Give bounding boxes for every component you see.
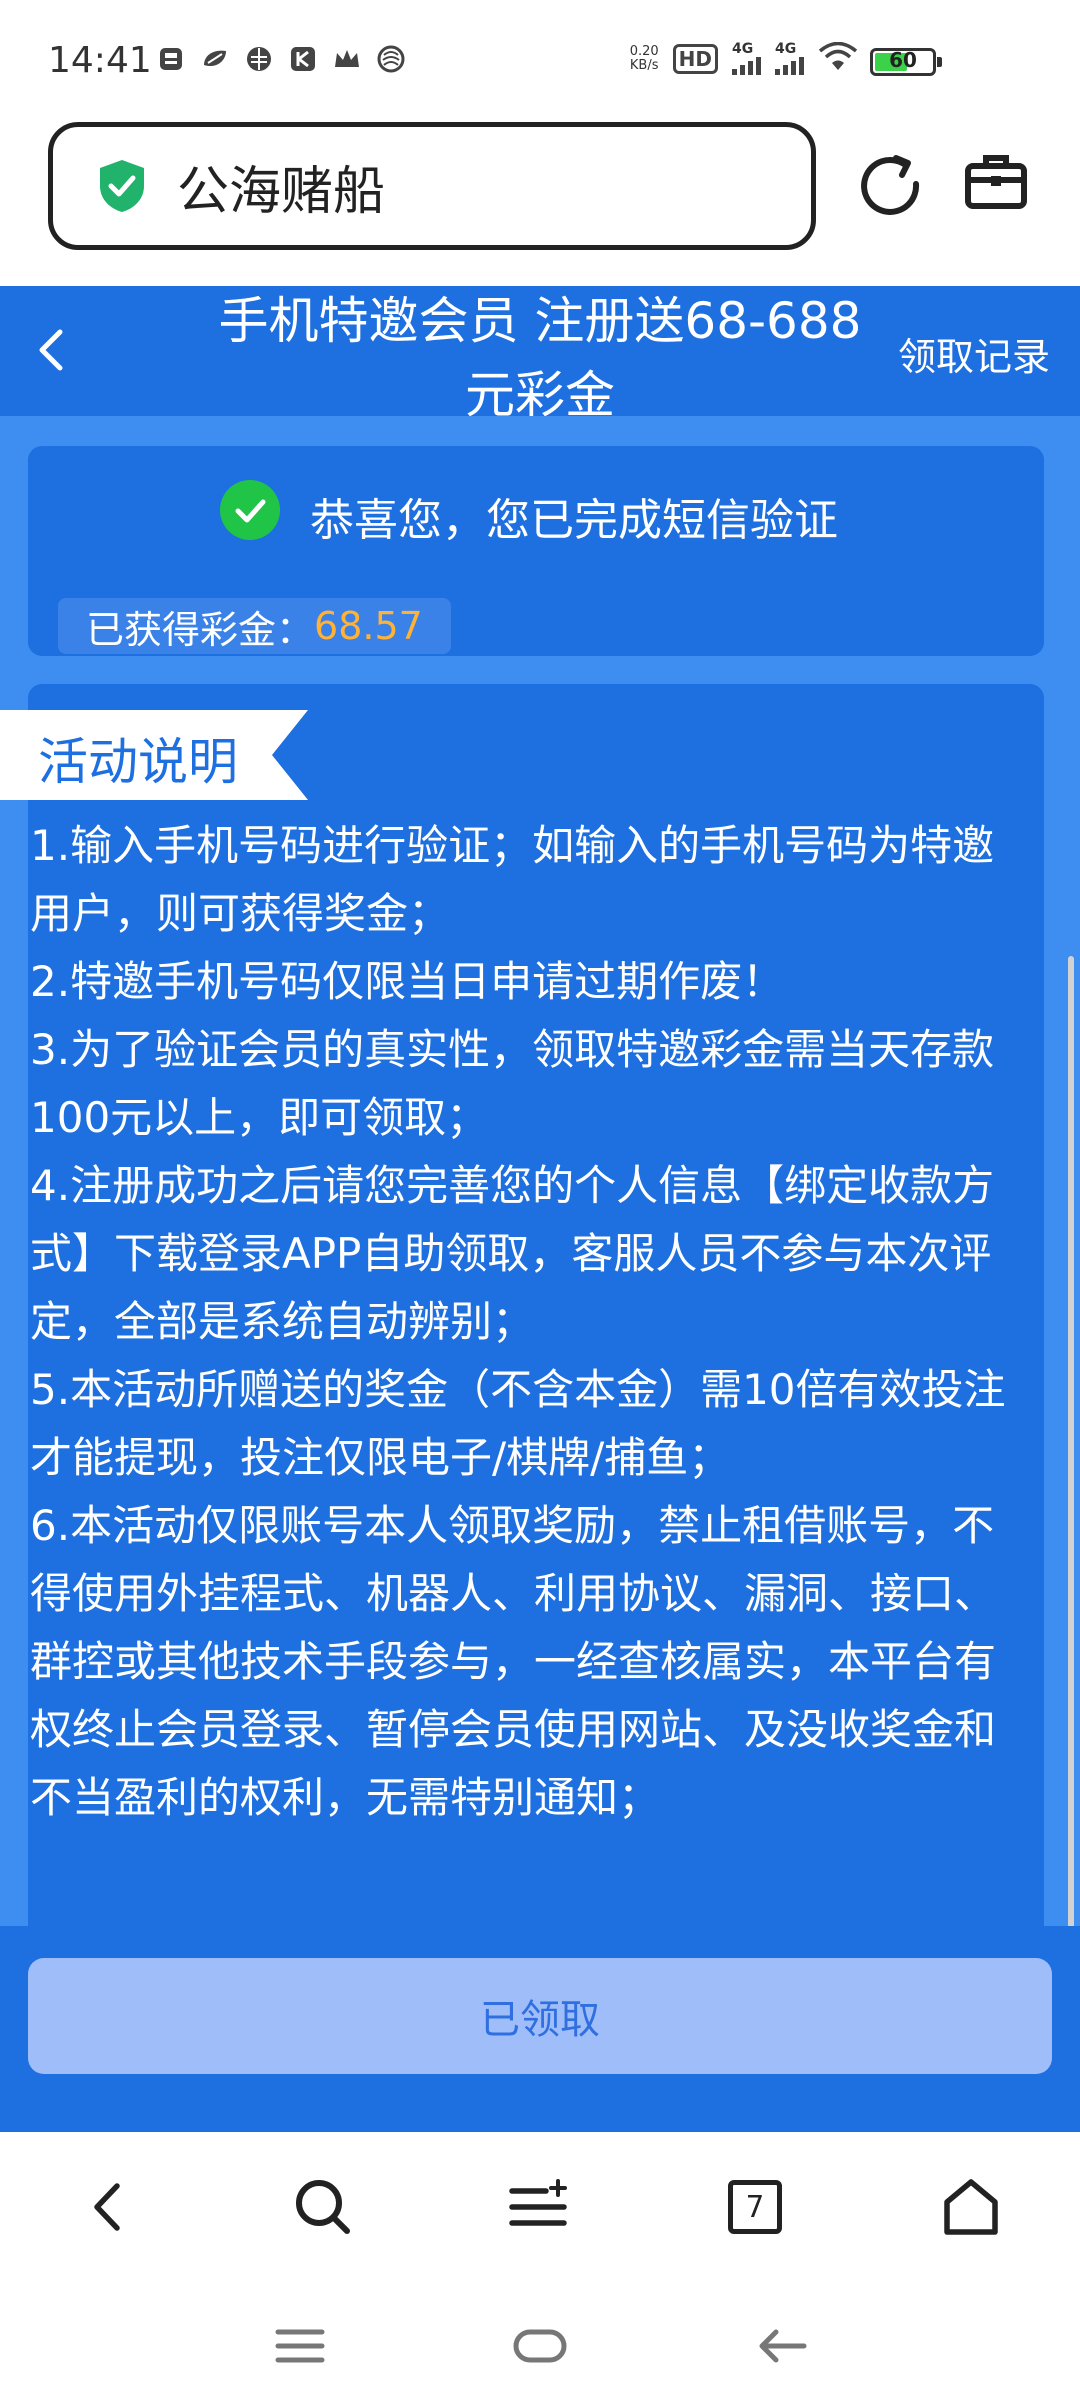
hd-voice-badge: HD [672,44,718,74]
k-app-icon [288,44,318,74]
rule-item: 2.特邀手机号码仅限当日申请过期作废！ [30,957,785,1006]
toolbox-icon [965,155,1027,209]
bonus-amount-badge: 已获得彩金： 68.57 [58,598,451,654]
recents-icon [275,2329,325,2363]
header-back-button[interactable] [30,324,70,376]
claim-records-link[interactable]: 领取记录 [898,326,1050,381]
nav-menu-button[interactable] [504,2172,574,2242]
net-speed-unit: KB/s [629,58,659,73]
battery-level: 60 [889,48,917,72]
battery-icon: 60 [870,48,942,76]
rule-item: 1.输入手机号码进行验证；如输入的手机号码为特邀用户，则可获得奖金； [30,821,995,938]
system-back-button[interactable] [752,2316,812,2376]
wifi-icon [818,41,858,76]
carrier-logo-icon [376,44,406,74]
rule-item: 6.本活动仅限账号本人领取奖励，禁止租借账号，不得使用外挂程式、机器人、利用协议… [30,1501,997,1822]
page-content: 恭喜您，您已完成短信验证 已获得彩金： 68.57 活动说明 1.输入手机号码进… [0,416,1080,2132]
bonus-value: 68.57 [314,604,423,648]
signal-icon: 4G [775,41,804,75]
toolbox-button[interactable] [964,150,1028,214]
notification-icons [156,44,406,74]
signal-label: 4G [775,41,797,57]
page-header: 手机特邀会员 注册送68-688元彩金 领取记录 [0,286,1080,416]
app-notification-icon [200,44,230,74]
status-bar: 14:41 0.20 KB/s HD 4G 4G 60 [0,0,1080,110]
home-pill-icon [513,2329,567,2363]
crown-icon [332,44,362,74]
rule-item: 4.注册成功之后请您完善您的个人信息【绑定收款方式】下载登录APP自助领取，客服… [30,1161,995,1346]
system-navigation-bar [0,2280,1080,2408]
system-home-button[interactable] [510,2316,570,2376]
rules-list: 1.输入手机号码进行验证；如输入的手机号码为特邀用户，则可获得奖金； 2.特邀手… [30,812,1010,1832]
address-text: 公海赌船 [177,161,386,222]
system-menu-button[interactable] [270,2316,330,2376]
signal-icon: 4G [732,41,761,75]
rule-item: 5.本活动所赠送的奖金（不含本金）需10倍有效投注才能提现，投注仅限电子/棋牌/… [30,1365,1006,1482]
claim-panel: 已领取 [0,1926,1080,2132]
verification-message: 恭喜您，您已完成短信验证 [310,495,838,546]
check-circle-icon [220,480,280,540]
status-indicators: 0.20 KB/s HD 4G 4G [630,41,858,76]
nav-tabs-button[interactable]: 7 [720,2172,790,2242]
back-icon [94,2183,120,2231]
verification-card: 恭喜您，您已完成短信验证 已获得彩金： 68.57 [28,446,1044,656]
chevron-left-icon [39,329,63,371]
net-speed: 0.20 KB/s [630,45,659,73]
browser-toolbar: 公海赌船 [0,110,1080,286]
claimed-button[interactable]: 已领取 [28,1958,1052,2074]
menu-icon [509,2179,567,2226]
rule-item: 3.为了验证会员的真实性，领取特邀彩金需当天存款100元以上，即可领取； [30,1025,995,1142]
home-icon [944,2179,998,2235]
back-arrow-icon [759,2329,807,2363]
rules-heading: 活动说明 [38,733,238,791]
browser-bottom-nav: 7 [0,2132,1080,2280]
page-title: 手机特邀会员 注册送68-688元彩金 [218,292,862,416]
search-icon [296,2180,350,2234]
net-speed-value: 0.20 [629,44,659,59]
tabs-icon: 7 [728,2180,782,2234]
rules-heading-ribbon: 活动说明 [0,710,308,800]
reload-icon [861,155,920,215]
reload-button[interactable] [856,150,924,218]
address-bar[interactable]: 公海赌船 [48,122,816,250]
signal-label: 4G [732,41,754,57]
shield-check-icon [100,160,144,212]
bonus-label: 已获得彩金： [86,607,315,652]
nav-back-button[interactable] [72,2172,142,2242]
browser-notification-icon [244,44,274,74]
status-time: 14:41 [48,40,152,81]
nav-search-button[interactable] [288,2172,358,2242]
nav-home-button[interactable] [936,2172,1006,2242]
sim-card-icon [156,44,186,74]
